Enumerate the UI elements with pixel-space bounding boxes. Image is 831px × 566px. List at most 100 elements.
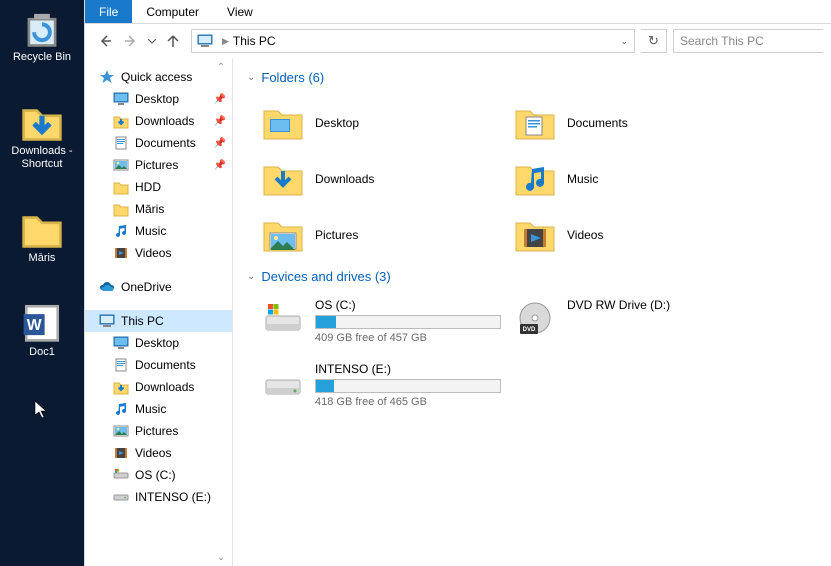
desktop-icon-dl-folder[interactable]: Downloads - Shortcut	[0, 96, 84, 179]
folder-grid: Desktop Documents Downloads Music Pictur…	[245, 95, 819, 263]
nav-item-label: Videos	[135, 446, 171, 460]
desktop-icon-recycle[interactable]: Recycle Bin	[0, 2, 84, 72]
nav-item-label: Pictures	[135, 158, 178, 172]
drive-icon	[113, 489, 129, 505]
nav-item-desktop[interactable]: Desktop	[85, 332, 232, 354]
recycle-icon	[21, 6, 63, 48]
drive-grid: OS (C:) 409 GB free of 457 GB DVD DVD RW…	[245, 294, 819, 422]
section-folders[interactable]: ⌄ Folders (6)	[245, 64, 819, 95]
pin-icon: 📌	[214, 138, 226, 149]
desktop-icon	[113, 335, 129, 351]
section-title: Folders (6)	[261, 70, 324, 85]
search-input[interactable]: Search This PC	[673, 29, 823, 53]
nav-quick-access[interactable]: Quick access	[85, 66, 232, 88]
pin-icon: 📌	[214, 94, 226, 105]
nav-item-pictures[interactable]: Pictures 📌	[85, 154, 232, 176]
ribbon-tab-view[interactable]: View	[213, 0, 267, 23]
explorer-window: File Computer View ▶ This PC ⌄ ↻ Search …	[84, 0, 831, 566]
nav-item-drive[interactable]: INTENSO (E:)	[85, 486, 232, 508]
drive-os-big-icon	[261, 298, 305, 338]
drive-big-icon	[261, 362, 305, 402]
nav-item-folder[interactable]: HDD	[85, 176, 232, 198]
nav-item-videos[interactable]: Videos	[85, 442, 232, 464]
navigation-pane: ⌃ Quick access Desktop 📌 Downloads 📌 Doc…	[85, 58, 233, 566]
folder-music-big[interactable]: Music	[513, 151, 765, 207]
scroll-down-icon[interactable]: ⌄	[214, 550, 228, 564]
desktop-icon-label: Downloads - Shortcut	[0, 145, 84, 171]
search-placeholder: Search This PC	[680, 34, 764, 48]
onedrive-icon	[99, 279, 115, 295]
navigation-bar: ▶ This PC ⌄ ↻ Search This PC	[85, 24, 831, 58]
nav-this-pc[interactable]: This PC	[85, 310, 232, 332]
forward-button[interactable]	[119, 29, 143, 53]
folder-downloads-big[interactable]: Downloads	[261, 151, 513, 207]
drive-free-text: 409 GB free of 457 GB	[315, 332, 501, 344]
nav-item-documents[interactable]: Documents 📌	[85, 132, 232, 154]
ribbon-tab-computer[interactable]: Computer	[132, 0, 213, 23]
section-drives[interactable]: ⌄ Devices and drives (3)	[245, 263, 819, 294]
folder-desktop-big[interactable]: Desktop	[261, 95, 513, 151]
folder-pictures-big[interactable]: Pictures	[261, 207, 513, 263]
word-icon: W	[21, 301, 63, 343]
nav-item-label: Desktop	[135, 336, 179, 350]
nav-item-videos[interactable]: Videos	[85, 242, 232, 264]
desktop-icon	[113, 91, 129, 107]
refresh-button[interactable]: ↻	[641, 29, 667, 53]
nav-item-music[interactable]: Music	[85, 398, 232, 420]
breadcrumb-location[interactable]: This PC	[233, 34, 284, 48]
desktop-icon-label: Recycle Bin	[0, 51, 84, 64]
pictures-icon	[113, 157, 129, 173]
drive-label: DVD RW Drive (D:)	[567, 298, 670, 312]
ribbon-tab-file[interactable]: File	[85, 0, 132, 23]
drive-item[interactable]: INTENSO (E:) 418 GB free of 465 GB	[261, 358, 513, 422]
nav-item-pictures[interactable]: Pictures	[85, 420, 232, 442]
folder-videos-big[interactable]: Videos	[513, 207, 765, 263]
documents-icon	[113, 357, 129, 373]
nav-item-label: Music	[135, 402, 166, 416]
nav-label: Quick access	[121, 70, 192, 84]
nav-item-downloads[interactable]: Downloads 📌	[85, 110, 232, 132]
drive-usage-bar	[315, 315, 501, 329]
nav-item-folder[interactable]: Māris	[85, 198, 232, 220]
nav-item-desktop[interactable]: Desktop 📌	[85, 88, 232, 110]
folder-label: Desktop	[315, 116, 359, 130]
videos-big-icon	[513, 215, 557, 255]
address-dropdown-icon[interactable]: ⌄	[614, 36, 634, 47]
address-bar[interactable]: ▶ This PC ⌄	[191, 29, 635, 53]
desktop-icon-folder[interactable]: Māris	[0, 203, 84, 273]
drive-label: OS (C:)	[315, 298, 501, 312]
downloads-icon	[113, 379, 129, 395]
nav-label: This PC	[121, 314, 164, 328]
up-button[interactable]	[161, 29, 185, 53]
downloads-big-icon	[261, 159, 305, 199]
videos-icon	[113, 245, 129, 261]
desktop-icon-word[interactable]: W Doc1	[0, 297, 84, 367]
drive-item[interactable]: DVD DVD RW Drive (D:)	[513, 294, 765, 358]
folder-documents-big[interactable]: Documents	[513, 95, 765, 151]
desktop-icon-label: Māris	[0, 252, 84, 265]
drive-os-icon	[113, 467, 129, 483]
folder-label: Documents	[567, 116, 628, 130]
nav-item-documents[interactable]: Documents	[85, 354, 232, 376]
folder-icon	[113, 201, 129, 217]
folder-label: Music	[567, 172, 598, 186]
svg-text:DVD: DVD	[523, 327, 536, 333]
nav-item-label: INTENSO (E:)	[135, 490, 211, 504]
nav-item-label: Downloads	[135, 114, 194, 128]
nav-item-label: HDD	[135, 180, 161, 194]
nav-item-label: Videos	[135, 246, 171, 260]
nav-item-label: OS (C:)	[135, 468, 176, 482]
nav-item-music[interactable]: Music	[85, 220, 232, 242]
mouse-cursor	[34, 400, 48, 420]
nav-onedrive[interactable]: OneDrive	[85, 276, 232, 298]
dl-folder-icon	[21, 100, 63, 142]
drive-usage-bar	[315, 379, 501, 393]
nav-item-drive-os[interactable]: OS (C:)	[85, 464, 232, 486]
folder-label: Pictures	[315, 228, 358, 242]
desktop-icon-label: Doc1	[0, 346, 84, 359]
nav-item-downloads[interactable]: Downloads	[85, 376, 232, 398]
drive-item[interactable]: OS (C:) 409 GB free of 457 GB	[261, 294, 513, 358]
back-button[interactable]	[93, 29, 117, 53]
documents-icon	[113, 135, 129, 151]
recent-dropdown[interactable]	[145, 29, 159, 53]
